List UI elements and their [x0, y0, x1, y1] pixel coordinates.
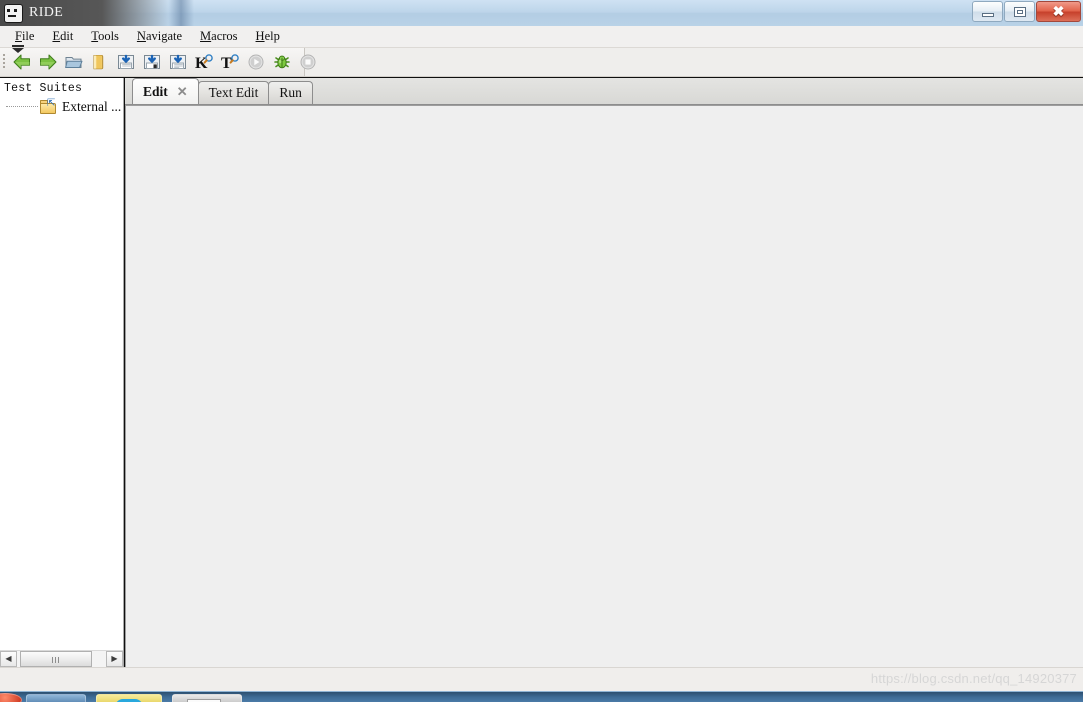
stop-button[interactable] — [295, 49, 321, 75]
menu-tools[interactable]: Tools — [82, 27, 128, 46]
scroll-left-icon: ◀ — [5, 654, 12, 663]
save-button[interactable] — [113, 49, 139, 75]
stop-icon — [300, 54, 316, 70]
menu-file-mnemonic: F — [15, 29, 22, 43]
minimize-button[interactable] — [972, 1, 1003, 22]
search-tests-icon: T — [221, 54, 239, 72]
menu-navigate-mnemonic: N — [136, 29, 146, 43]
title-bar-left: RIDE — [0, 0, 170, 26]
tab-text-edit-label: Text Edit — [208, 85, 259, 100]
menu-edit-label: dit — [60, 29, 74, 43]
menu-file-label: ile — [21, 29, 35, 43]
tab-edit[interactable]: Edit ✕ — [132, 78, 199, 104]
menu-help-mnemonic: H — [255, 29, 265, 43]
search-tests-button[interactable]: T — [217, 49, 243, 75]
debug-button[interactable] — [269, 49, 295, 75]
save-icon — [118, 54, 134, 69]
toolbar-overflow-bar — [12, 45, 24, 47]
forward-arrow-icon — [40, 54, 57, 70]
window-title: RIDE — [29, 5, 64, 20]
open-file-icon — [93, 55, 104, 70]
open-directory-icon — [65, 57, 83, 68]
menu-navigate-label: avigate — [145, 29, 183, 43]
save-as-icon — [144, 54, 160, 69]
open-file-button[interactable] — [87, 49, 113, 75]
open-directory-button[interactable] — [61, 49, 87, 75]
run-button[interactable] — [243, 49, 269, 75]
tree-item-external[interactable]: ⇱ External ... — [0, 97, 123, 117]
scrollbar-thumb[interactable] — [20, 651, 92, 667]
external-folder-icon: ⇱ — [40, 99, 57, 114]
title-bar: RIDE ✖ — [0, 0, 1083, 26]
maximize-icon — [1014, 7, 1026, 17]
tab-bar: Edit ✕ Text Edit Run — [125, 78, 1083, 105]
titlebar-shade — [168, 0, 194, 26]
test-suites-sidebar: Test Suites ⇱ External ... ◀ ▶ — [0, 78, 124, 667]
menu-edit[interactable]: Edit — [43, 27, 82, 46]
test-suites-header: Test Suites — [4, 82, 83, 95]
minimize-icon — [982, 13, 994, 17]
window-controls: ✖ — [972, 1, 1081, 22]
search-keyword-icon: K — [195, 54, 213, 72]
scroll-left-button[interactable]: ◀ — [0, 651, 17, 667]
scrollbar-track[interactable] — [17, 651, 106, 667]
menu-navigate[interactable]: Navigate — [128, 27, 191, 46]
tab-edit-label: Edit — [143, 83, 168, 99]
menu-macros[interactable]: Macros — [191, 27, 247, 46]
back-arrow-button[interactable] — [9, 49, 35, 75]
status-bar: https://blog.csdn.net/qq_14920377 — [0, 667, 1083, 691]
forward-arrow-button[interactable] — [35, 49, 61, 75]
debug-icon — [274, 55, 290, 69]
maximize-button[interactable] — [1004, 1, 1035, 22]
watermark-text: https://blog.csdn.net/qq_14920377 — [870, 671, 1077, 686]
tab-run-label: Run — [279, 85, 302, 100]
save-all-icon — [170, 54, 186, 69]
menu-edit-mnemonic: E — [52, 29, 61, 43]
editor-content-pane[interactable] — [125, 105, 1083, 667]
menu-macros-mnemonic: M — [200, 29, 212, 43]
menu-macros-label: acros — [211, 29, 238, 43]
tree-connector-line — [6, 106, 38, 108]
menu-help[interactable]: Help — [247, 27, 289, 46]
close-icon: ✖ — [1052, 3, 1065, 19]
back-arrow-icon — [13, 54, 30, 70]
tab-close-icon[interactable]: ✕ — [177, 85, 188, 98]
windows-taskbar — [0, 691, 1083, 702]
search-keyword-button[interactable]: K — [191, 49, 217, 75]
tree-item-label: External ... — [62, 99, 122, 114]
save-all-button[interactable] — [165, 49, 191, 75]
scroll-right-icon: ▶ — [111, 654, 118, 663]
ride-application-window: RIDE ✖ File Edit Tools Navigate Macros H… — [0, 0, 1083, 702]
menu-tools-label: ools — [98, 29, 119, 43]
robot-icon — [4, 3, 23, 23]
close-button[interactable]: ✖ — [1036, 1, 1081, 22]
menu-help-label: elp — [264, 29, 280, 43]
main-area: Edit ✕ Text Edit Run — [125, 78, 1083, 667]
toolbar: K T — [0, 45, 1083, 77]
toolbar-drag-handle[interactable] — [0, 45, 24, 76]
tab-text-edit[interactable]: Text Edit — [197, 81, 270, 104]
sidebar-horizontal-scrollbar[interactable]: ◀ ▶ — [0, 650, 123, 667]
menu-file[interactable]: File — [6, 27, 43, 46]
run-icon — [248, 54, 264, 70]
toolbar-panel: K T — [0, 45, 316, 76]
tab-run[interactable]: Run — [268, 81, 313, 104]
scroll-right-button[interactable]: ▶ — [106, 651, 123, 667]
menu-bar: File Edit Tools Navigate Macros Help — [0, 26, 1083, 48]
save-as-button[interactable] — [139, 49, 165, 75]
